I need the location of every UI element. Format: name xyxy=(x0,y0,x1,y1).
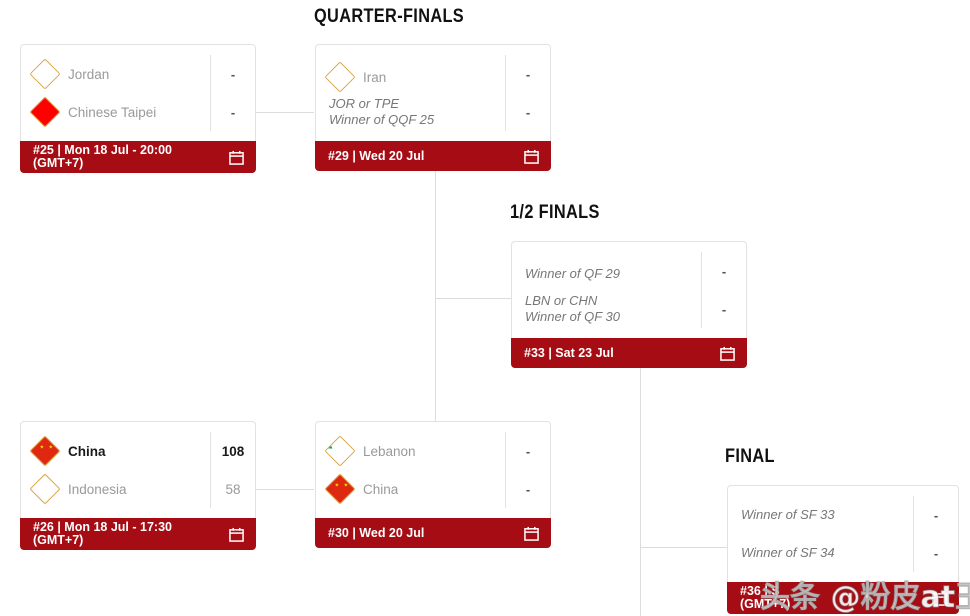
table-row[interactable]: ★ ★ ★ ★ China xyxy=(21,432,210,470)
placeholder-text: Winner of SF 34 xyxy=(741,545,835,560)
match-30-scores: - - xyxy=(505,432,550,508)
team-name: Iran xyxy=(363,69,387,85)
score-value: 58 xyxy=(225,481,241,497)
team-name: Indonesia xyxy=(68,481,127,497)
calendar-icon[interactable] xyxy=(720,346,735,361)
chinese-taipei-flag xyxy=(29,96,61,128)
placeholder-text: JOR or TPE Winner of QQF 25 xyxy=(329,96,435,127)
indonesia-flag xyxy=(29,473,61,505)
connector-m33-vertical xyxy=(640,367,641,547)
match-card-33[interactable]: Winner of QF 29 LBN or CHN Winner of QF … xyxy=(511,241,747,368)
score-value: - xyxy=(721,301,727,317)
round-title-quarter-finals: QUARTER-FINALS xyxy=(314,6,465,27)
team-name: Jordan xyxy=(68,66,110,82)
score-value: 108 xyxy=(221,443,245,459)
match-25-footer[interactable]: #25 | Mon 18 Jul - 20:00 (GMT+7) xyxy=(20,141,256,173)
match-26-body: ★ ★ ★ ★ China Indonesia 108 58 xyxy=(20,421,256,518)
score-value: - xyxy=(721,263,727,279)
table-row[interactable]: Indonesia xyxy=(21,470,210,508)
match-25-scores: - - xyxy=(210,55,255,131)
score-value: - xyxy=(230,104,236,120)
table-row[interactable]: ★ ★ ★ ★ China xyxy=(316,470,505,508)
match-33-footer[interactable]: #33 | Sat 23 Jul xyxy=(511,338,747,368)
match-36-scores: - - xyxy=(913,496,958,572)
table-row[interactable]: Chinese Taipei xyxy=(21,93,210,131)
connector-m34-vertical xyxy=(640,547,641,616)
match-card-29[interactable]: ❖ Iran JOR or TPE Winner of QQF 25 - - # xyxy=(315,44,551,171)
team-name: Lebanon xyxy=(363,443,416,459)
jordan-flag xyxy=(29,58,61,90)
calendar-icon[interactable] xyxy=(229,150,244,165)
placeholder-text: Winner of QF 29 xyxy=(525,266,621,281)
calendar-icon[interactable] xyxy=(932,591,947,606)
connector-m33-to-m36 xyxy=(640,547,728,548)
round-title-half-finals: 1/2 FINALS xyxy=(510,202,600,223)
round-title-final: FINAL xyxy=(725,446,775,467)
connector-m29-vertical xyxy=(435,170,436,298)
match-25-schedule: #25 | Mon 18 Jul - 20:00 (GMT+7) xyxy=(33,143,172,170)
lebanon-flag: ▲ xyxy=(324,435,356,467)
match-36-slots: Winner of SF 33 Winner of SF 34 xyxy=(728,486,913,582)
match-30-footer[interactable]: #30 | Wed 20 Jul xyxy=(315,518,551,548)
match-36-schedule: #36 | S (GMT+7) xyxy=(740,584,791,611)
match-30-body: ▲ Lebanon ★ ★ ★ ★ China - - xyxy=(315,421,551,518)
table-row[interactable]: ❖ Iran xyxy=(316,58,505,96)
connector-m29-to-m33 xyxy=(435,298,513,299)
score-value: - xyxy=(525,66,531,82)
score-value: - xyxy=(933,507,939,523)
match-26-scores: 108 58 xyxy=(210,432,255,508)
placeholder-text: Winner of SF 33 xyxy=(741,507,835,522)
match-36-slot-2: Winner of SF 34 xyxy=(728,534,913,572)
score-value: - xyxy=(933,545,939,561)
match-26-teams: ★ ★ ★ ★ China Indonesia xyxy=(21,422,210,518)
match-29-scores: - - xyxy=(505,55,550,131)
match-36-slot-1: Winner of SF 33 xyxy=(728,496,913,534)
calendar-icon[interactable] xyxy=(229,527,244,542)
match-33-slot-1: Winner of QF 29 xyxy=(512,255,701,293)
match-26-footer[interactable]: #26 | Mon 18 Jul - 17:30 (GMT+7) xyxy=(20,518,256,550)
china-flag: ★ ★ ★ ★ xyxy=(29,435,61,467)
team-name: China xyxy=(68,443,106,459)
iran-flag: ❖ xyxy=(324,61,356,93)
score-value: - xyxy=(525,104,531,120)
match-33-slots: Winner of QF 29 LBN or CHN Winner of QF … xyxy=(512,242,701,338)
match-25-body: Jordan Chinese Taipei - - xyxy=(20,44,256,141)
match-33-schedule: #33 | Sat 23 Jul xyxy=(524,345,614,360)
tournament-bracket: QUARTER-FINALS 1/2 FINALS FINAL Jordan C… xyxy=(0,0,970,616)
team-name: China xyxy=(363,481,399,497)
match-card-36[interactable]: Winner of SF 33 Winner of SF 34 - - #36 … xyxy=(727,485,959,614)
match-36-footer[interactable]: #36 | S (GMT+7) xyxy=(727,582,959,614)
match-29-footer[interactable]: #29 | Wed 20 Jul xyxy=(315,141,551,171)
calendar-icon[interactable] xyxy=(524,526,539,541)
match-26-schedule: #26 | Mon 18 Jul - 17:30 (GMT+7) xyxy=(33,520,172,547)
match-29-teams: ❖ Iran JOR or TPE Winner of QQF 25 xyxy=(316,45,505,141)
match-29-placeholder: JOR or TPE Winner of QQF 25 xyxy=(316,96,505,128)
calendar-icon[interactable] xyxy=(524,149,539,164)
match-36-body: Winner of SF 33 Winner of SF 34 - - xyxy=(727,485,959,582)
score-value: - xyxy=(525,481,531,497)
match-25-teams: Jordan Chinese Taipei xyxy=(21,45,210,141)
match-card-25[interactable]: Jordan Chinese Taipei - - #25 | Mon 18 J… xyxy=(20,44,256,173)
connector-m30-vertical xyxy=(435,298,436,428)
connector-m25-to-m29 xyxy=(256,112,314,113)
team-name: Chinese Taipei xyxy=(68,104,157,120)
match-card-26[interactable]: ★ ★ ★ ★ China Indonesia 108 58 #26 | Mon… xyxy=(20,421,256,550)
placeholder-text: LBN or CHN Winner of QF 30 xyxy=(525,293,621,324)
match-33-scores: - - xyxy=(701,252,746,328)
match-33-slot-2: LBN or CHN Winner of QF 30 xyxy=(512,293,701,325)
score-value: - xyxy=(230,66,236,82)
match-card-30[interactable]: ▲ Lebanon ★ ★ ★ ★ China - - #30 | Wed 20… xyxy=(315,421,551,548)
score-value: - xyxy=(525,443,531,459)
match-30-schedule: #30 | Wed 20 Jul xyxy=(328,525,425,540)
table-row[interactable]: Jordan xyxy=(21,55,210,93)
china-flag: ★ ★ ★ ★ xyxy=(324,473,356,505)
connector-m26-to-m30 xyxy=(256,489,314,490)
match-33-body: Winner of QF 29 LBN or CHN Winner of QF … xyxy=(511,241,747,338)
match-29-schedule: #29 | Wed 20 Jul xyxy=(328,148,425,163)
match-30-teams: ▲ Lebanon ★ ★ ★ ★ China xyxy=(316,422,505,518)
match-29-body: ❖ Iran JOR or TPE Winner of QQF 25 - - xyxy=(315,44,551,141)
table-row[interactable]: ▲ Lebanon xyxy=(316,432,505,470)
